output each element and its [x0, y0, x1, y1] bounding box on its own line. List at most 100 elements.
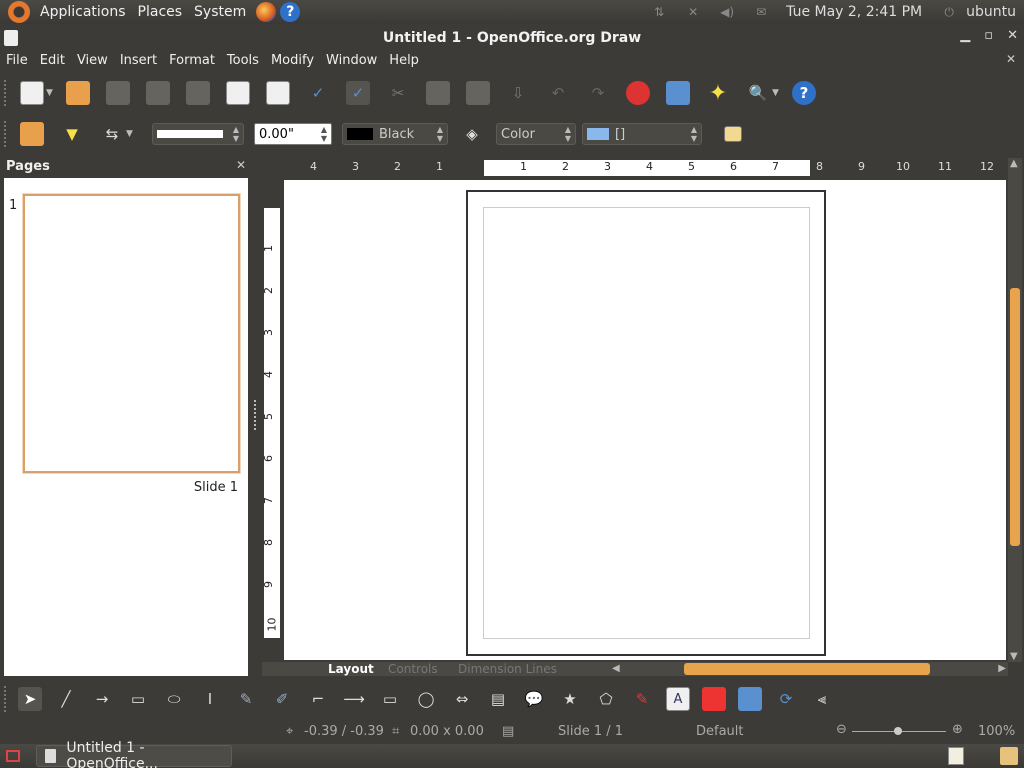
workspace-switcher-icon[interactable] [948, 747, 964, 765]
menu-file[interactable]: File [0, 53, 34, 68]
connector-tool-icon[interactable]: ⌐ [306, 687, 330, 711]
save-icon[interactable] [106, 81, 130, 105]
zoom-dropdown-icon[interactable]: ▼ [772, 88, 780, 98]
email-icon[interactable] [146, 81, 170, 105]
volume-icon[interactable]: ◀) [718, 5, 736, 19]
zoom-icon[interactable]: 🔍 [746, 81, 770, 105]
callouts-icon[interactable]: 💬 [522, 687, 546, 711]
shadow-icon[interactable] [724, 126, 742, 142]
menu-tools[interactable]: Tools [221, 53, 265, 68]
from-file-icon[interactable] [702, 687, 726, 711]
menu-format[interactable]: Format [163, 53, 221, 68]
select-arrow-icon[interactable]: ➤ [18, 687, 42, 711]
paste-icon[interactable] [466, 81, 490, 105]
tab-controls[interactable]: Controls [388, 662, 438, 676]
pages-list[interactable]: 1 Slide 1 [4, 178, 248, 676]
scroll-up-icon[interactable]: ▲ [1010, 158, 1018, 169]
block-arrows-icon[interactable]: ⇔ [450, 687, 474, 711]
scroll-down-icon[interactable]: ▼ [1010, 651, 1018, 662]
line-color-spin-icon[interactable]: ▲ ▼ [435, 125, 445, 143]
tab-layout[interactable]: Layout [328, 662, 374, 676]
area-color-spin-icon[interactable]: ▲ ▼ [689, 125, 699, 143]
line-width-spin-icon[interactable]: ▲ ▼ [319, 125, 329, 143]
help-button-icon[interactable]: ? [792, 81, 816, 105]
basic-shapes-icon[interactable]: ▭ [378, 687, 402, 711]
toolbar-grip[interactable] [4, 80, 8, 106]
close-pages-pane-icon[interactable]: ✕ [236, 158, 246, 172]
cut-icon[interactable]: ✂ [386, 81, 410, 105]
toolbar-grip[interactable] [4, 121, 8, 147]
autospellcheck-icon[interactable]: ✓ [346, 81, 370, 105]
line-width-field[interactable]: 0.00" ▲ ▼ [254, 123, 332, 145]
trash-icon[interactable] [1000, 747, 1018, 765]
zoom-in-icon[interactable]: ⊕ [952, 722, 963, 737]
spellcheck-icon[interactable]: ✓ [306, 81, 330, 105]
open-folder-icon[interactable] [66, 81, 90, 105]
bluetooth-icon[interactable]: ✕ [684, 5, 702, 19]
points-icon[interactable]: ⬠ [594, 687, 618, 711]
zoom-knob[interactable] [894, 727, 902, 735]
menu-help[interactable]: Help [383, 53, 425, 68]
export-pdf-icon[interactable] [226, 81, 250, 105]
hyperlink-icon[interactable] [666, 81, 690, 105]
fontwork-icon[interactable]: A [666, 687, 690, 711]
menu-insert[interactable]: Insert [114, 53, 163, 68]
clone-formatting-icon[interactable]: ⇩ [506, 81, 530, 105]
menu-window[interactable]: Window [320, 53, 383, 68]
horizontal-ruler[interactable]: 4 3 2 1 1 2 3 4 5 6 7 8 9 10 11 12 [284, 158, 1006, 178]
curve-tool-icon[interactable]: ✎ [234, 687, 258, 711]
close-document-icon[interactable]: ✕ [1006, 52, 1016, 66]
toolbar-grip[interactable] [4, 686, 8, 712]
area-style-spin-icon[interactable]: ▲ ▼ [563, 125, 573, 143]
menu-edit[interactable]: Edit [34, 53, 71, 68]
print-icon[interactable] [266, 81, 290, 105]
redo-icon[interactable]: ↷ [586, 81, 610, 105]
extrusion-icon[interactable]: ⟳ [774, 687, 798, 711]
window-titlebar[interactable]: Untitled 1 - OpenOffice.org Draw ▁ ▫ ✕ [0, 26, 1024, 50]
area-style-select[interactable]: Color ▲ ▼ [496, 123, 576, 145]
symbol-shapes-icon[interactable]: ◯ [414, 687, 438, 711]
document-modified-icon[interactable]: ▤ [502, 724, 514, 739]
ellipse-tool-icon[interactable]: ⬭ [162, 687, 186, 711]
styles-formatting-icon[interactable] [20, 122, 44, 146]
area-fill-icon[interactable]: ◈ [460, 122, 484, 146]
gallery-icon[interactable] [738, 687, 762, 711]
clock[interactable]: Tue May 2, 2:41 PM [786, 4, 922, 20]
applications-menu[interactable]: Applications [34, 4, 132, 20]
arrow-style-dropdown-icon[interactable]: ▼ [126, 129, 134, 139]
zoom-percentage[interactable]: 100% [978, 724, 1015, 739]
taskbar-window-button[interactable]: Untitled 1 - OpenOffice... [36, 740, 232, 768]
vertical-ruler[interactable]: 1 2 3 4 5 6 7 8 9 10 [262, 182, 280, 638]
area-color-select[interactable]: [] ▲ ▼ [582, 123, 702, 145]
minimize-button[interactable]: ▁ [960, 28, 970, 43]
zoom-slider[interactable]: ⊖ ⊕ [836, 722, 966, 737]
new-document-icon[interactable] [20, 81, 44, 105]
menu-view[interactable]: View [71, 53, 114, 68]
firefox-icon[interactable] [256, 2, 277, 22]
line-arrow-style-icon[interactable]: ⇆ [100, 122, 124, 146]
freeform-tool-icon[interactable]: ✐ [270, 687, 294, 711]
show-desktop-icon[interactable] [6, 750, 20, 762]
glue-points-icon[interactable]: ✎ [630, 687, 654, 711]
fill-format-icon[interactable]: ▼ [60, 122, 84, 146]
rectangle-tool-icon[interactable]: ▭ [126, 687, 150, 711]
text-tool-icon[interactable]: I [198, 687, 222, 711]
horizontal-scroll-thumb[interactable] [684, 663, 930, 675]
scroll-right-icon[interactable]: ▶ [998, 663, 1006, 674]
undo-icon[interactable]: ↶ [546, 81, 570, 105]
scroll-left-icon[interactable]: ◀ [612, 663, 620, 674]
ubuntu-logo-icon[interactable] [8, 1, 30, 23]
mail-icon[interactable]: ✉ [752, 5, 770, 19]
line-color-select[interactable]: Black ▲ ▼ [342, 123, 448, 145]
new-dropdown-icon[interactable]: ▼ [46, 88, 54, 98]
line-arrow-tool-icon[interactable]: → [90, 687, 114, 711]
slide-thumbnail[interactable] [23, 194, 240, 473]
tab-dimension-lines[interactable]: Dimension Lines [458, 662, 557, 676]
app-icon[interactable] [4, 30, 18, 46]
align-icon[interactable]: ⫷ [810, 687, 834, 711]
edit-file-icon[interactable] [186, 81, 210, 105]
places-menu[interactable]: Places [132, 4, 189, 20]
horizontal-scrollbar[interactable]: ◀ ▶ [610, 662, 1008, 676]
line-tool-icon[interactable]: ╱ [54, 687, 78, 711]
menu-modify[interactable]: Modify [265, 53, 320, 68]
